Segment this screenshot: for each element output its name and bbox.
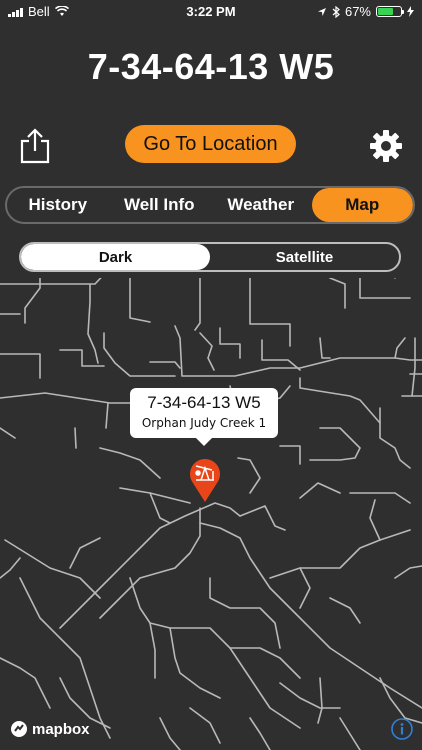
- battery-level: [378, 8, 393, 15]
- map-style-satellite[interactable]: Satellite: [210, 244, 399, 270]
- go-to-location-button[interactable]: Go To Location: [125, 125, 296, 163]
- battery-percent: 67%: [344, 4, 371, 19]
- tab-history[interactable]: History: [7, 188, 109, 222]
- share-icon: [20, 128, 50, 164]
- charging-bolt-icon: [407, 6, 414, 17]
- status-right: 67%: [317, 4, 414, 19]
- info-icon[interactable]: [391, 718, 413, 740]
- map-style-toggle: Dark Satellite: [19, 242, 401, 272]
- callout-title: 7-34-64-13 W5: [147, 393, 261, 412]
- tab-well-info[interactable]: Well Info: [109, 188, 211, 222]
- gear-icon: [370, 130, 402, 162]
- road-network: [0, 278, 422, 750]
- callout-subtitle: Orphan Judy Creek 1: [141, 416, 267, 430]
- bluetooth-icon: [332, 5, 340, 18]
- tab-map[interactable]: Map: [311, 188, 413, 222]
- map-view[interactable]: [0, 278, 422, 750]
- status-bar: Bell 3:22 PM 67%: [0, 0, 422, 24]
- settings-button[interactable]: [368, 128, 404, 164]
- well-marker-pin[interactable]: [187, 453, 223, 503]
- page-title: 7-34-64-13 W5: [87, 46, 335, 87]
- mapbox-wordmark: mapbox: [32, 720, 90, 738]
- segmented-tabs: History Well Info Weather Map: [5, 186, 415, 224]
- location-arrow-icon: [317, 7, 326, 16]
- share-button[interactable]: [18, 128, 52, 164]
- mapbox-logo[interactable]: mapbox: [10, 720, 90, 738]
- battery-icon: [376, 6, 404, 17]
- map-style-dark[interactable]: Dark: [21, 244, 210, 270]
- marker-callout[interactable]: 7-34-64-13 W5 Orphan Judy Creek 1: [130, 388, 278, 446]
- mapbox-logo-icon: [11, 721, 27, 737]
- tab-weather[interactable]: Weather: [210, 188, 312, 222]
